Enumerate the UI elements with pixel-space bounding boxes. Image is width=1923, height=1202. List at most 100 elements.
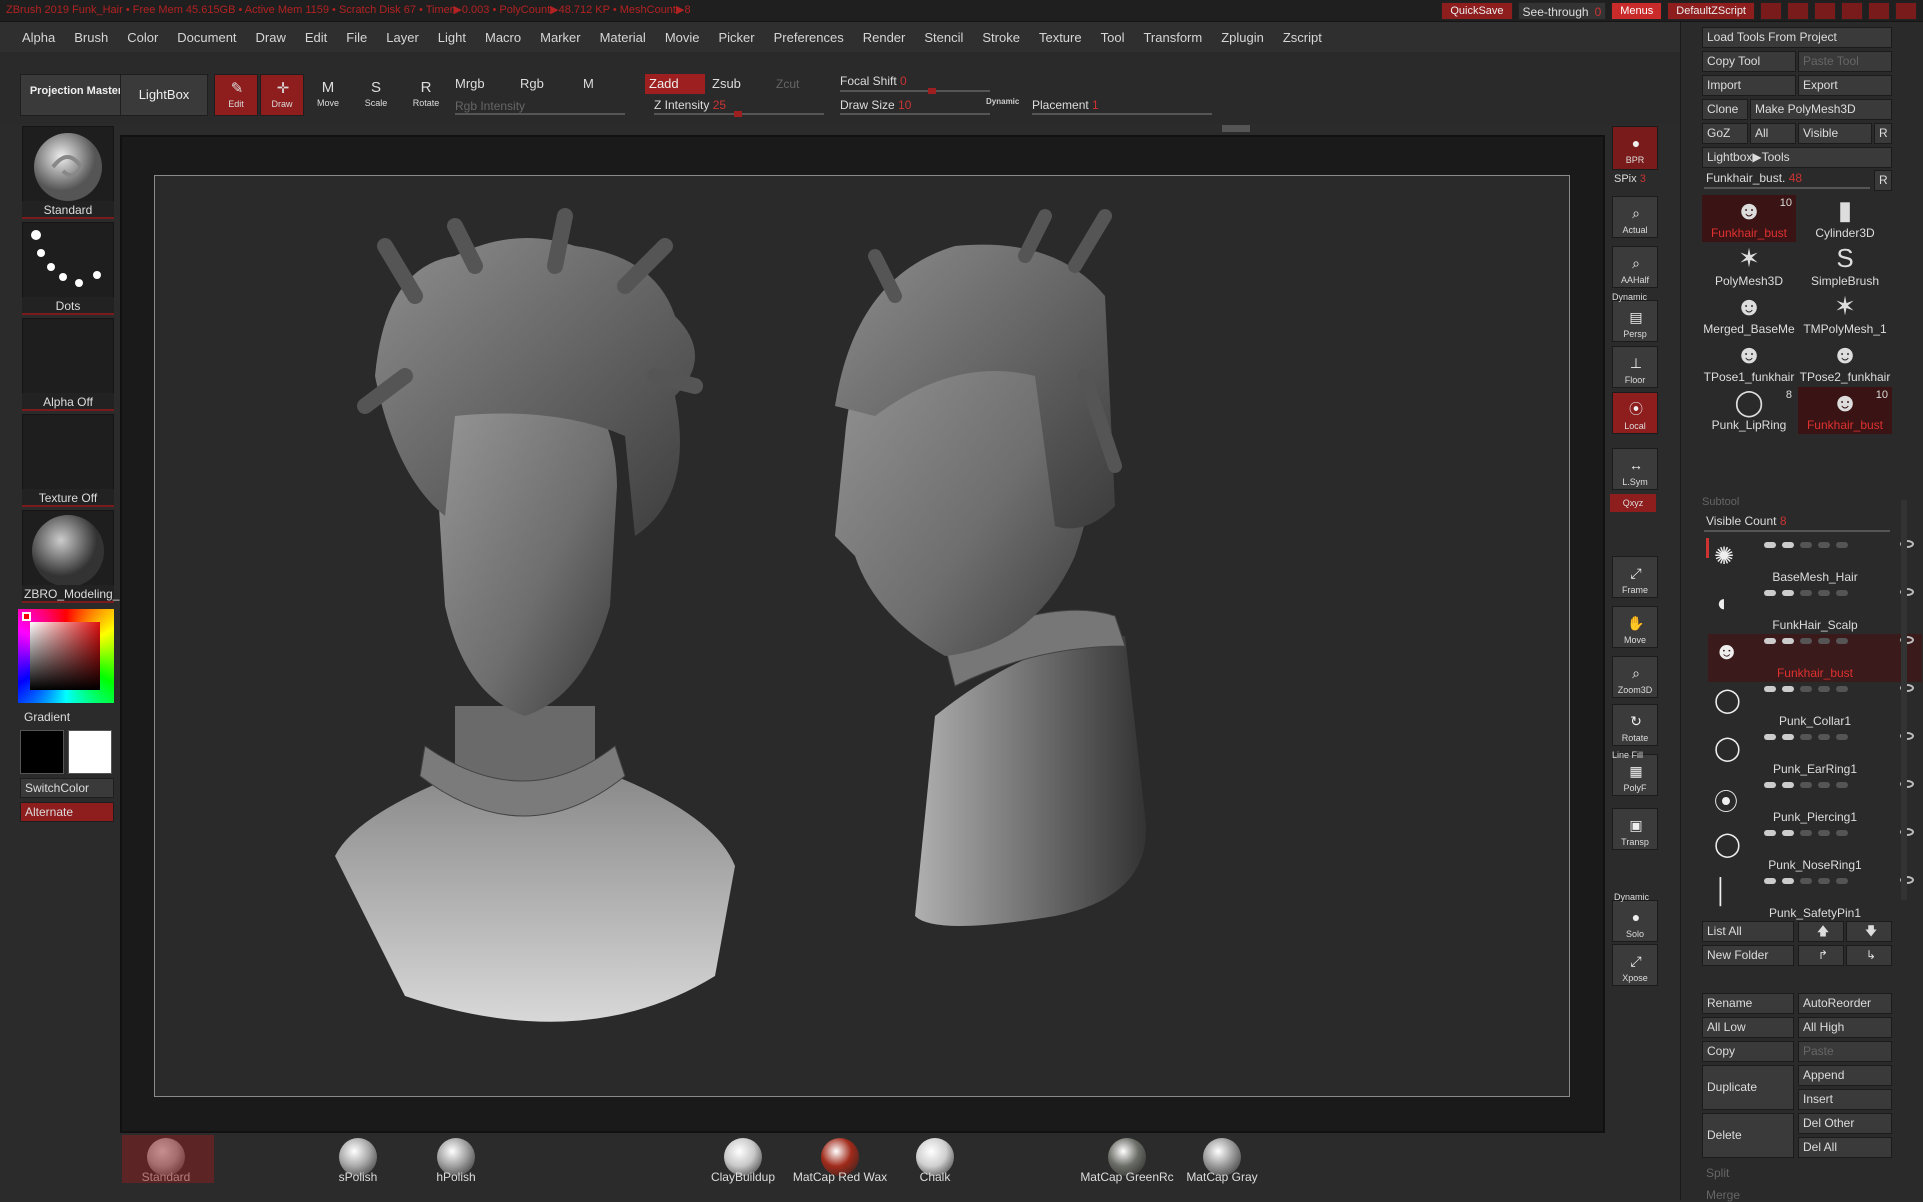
color-picker-square[interactable] xyxy=(30,622,100,690)
rotate-button[interactable]: ↻ Rotate xyxy=(1612,704,1658,746)
material-label[interactable]: ClayBuildup xyxy=(688,1170,798,1184)
tool-thumbnail[interactable]: S SimpleBrush xyxy=(1798,243,1892,290)
menu-alpha[interactable]: Alpha xyxy=(22,30,55,45)
xpose-button[interactable]: ⤢ Xpose xyxy=(1612,944,1658,986)
duplicate-button[interactable]: Duplicate xyxy=(1702,1065,1794,1110)
list-all-button[interactable]: List All xyxy=(1702,921,1794,942)
tool-thumbnail[interactable]: ✶ PolyMesh3D xyxy=(1702,243,1796,290)
rename-button[interactable]: Rename xyxy=(1702,993,1794,1014)
del-other-button[interactable]: Del Other xyxy=(1798,1113,1892,1134)
tool-thumbnail[interactable]: ✶ TMPolyMesh_1 xyxy=(1798,291,1892,338)
alpha-thumbnail[interactable] xyxy=(22,318,114,396)
menu-file[interactable]: File xyxy=(346,30,367,45)
material-label[interactable]: hPolish xyxy=(401,1170,511,1184)
export-button[interactable]: Export xyxy=(1798,75,1892,96)
lightbox-tools-button[interactable]: Lightbox▶Tools xyxy=(1702,147,1892,168)
menu-stencil[interactable]: Stencil xyxy=(924,30,963,45)
material-label[interactable]: sPolish xyxy=(303,1170,413,1184)
secondary-color-swatch[interactable] xyxy=(68,730,112,774)
maximize-icon[interactable] xyxy=(1868,2,1890,20)
goz-all-button[interactable]: All xyxy=(1750,123,1796,144)
subtool-controls[interactable] xyxy=(1764,542,1848,548)
zcut-button[interactable]: Zcut xyxy=(776,77,799,91)
move-down-button[interactable]: 🡇 xyxy=(1846,921,1892,942)
transp-button[interactable]: ▣ Transp xyxy=(1612,808,1658,850)
menu-tool[interactable]: Tool xyxy=(1101,30,1125,45)
solo-button[interactable]: ● Solo xyxy=(1612,900,1658,942)
delete-button[interactable]: Delete xyxy=(1702,1113,1794,1158)
move-mode-button[interactable]: M Move xyxy=(306,74,350,116)
close-icon[interactable] xyxy=(1895,2,1917,20)
aahalf-button[interactable]: ⌕ AAHalf xyxy=(1612,246,1658,288)
see-through-slider[interactable]: See-through 0 xyxy=(1517,2,1607,20)
del-all-button[interactable]: Del All xyxy=(1798,1137,1892,1158)
tool-thumbnail[interactable]: ☻ 10 Funkhair_bust xyxy=(1798,387,1892,434)
draw-mode-button[interactable]: ✛ Draw xyxy=(260,74,304,116)
zoom3d-button[interactable]: ⌕ Zoom3D xyxy=(1612,656,1658,698)
quicksave-button[interactable]: QuickSave xyxy=(1441,2,1513,20)
material-label[interactable]: ZBRO_Modeling_ xyxy=(22,585,119,603)
menu-marker[interactable]: Marker xyxy=(540,30,580,45)
material-label[interactable]: Chalk xyxy=(880,1170,990,1184)
z-intensity-slider[interactable]: Z Intensity 25 xyxy=(654,98,726,112)
rotate-mode-button[interactable]: R Rotate xyxy=(404,74,448,116)
rgb-intensity-slider[interactable]: Rgb Intensity xyxy=(455,99,525,113)
menu-transform[interactable]: Transform xyxy=(1143,30,1202,45)
alternate-button[interactable]: Alternate xyxy=(20,802,114,822)
actual-button[interactable]: ⌕ Actual xyxy=(1612,196,1658,238)
subtool-controls[interactable] xyxy=(1764,830,1848,836)
tool-panel-scrollbar[interactable] xyxy=(1901,500,1907,900)
scale-mode-button[interactable]: S Scale xyxy=(354,74,398,116)
load-tools-button[interactable]: Load Tools From Project xyxy=(1702,27,1892,48)
color-picker-marker[interactable] xyxy=(22,612,31,621)
subtool-row[interactable]: │ Punk_SafetyPin1 xyxy=(1708,874,1922,922)
insert-button[interactable]: Insert xyxy=(1798,1089,1892,1110)
layout-icon[interactable] xyxy=(1787,2,1809,20)
material-label[interactable]: MatCap Red Wax xyxy=(785,1170,895,1184)
new-folder-button[interactable]: New Folder xyxy=(1702,945,1794,966)
menu-movie[interactable]: Movie xyxy=(665,30,700,45)
z-intensity-knob[interactable] xyxy=(734,111,742,117)
rgb-button[interactable]: Rgb xyxy=(520,76,544,91)
auto-reorder-button[interactable]: AutoReorder xyxy=(1798,993,1892,1014)
zsub-button[interactable]: Zsub xyxy=(712,76,741,91)
subtool-controls[interactable] xyxy=(1764,878,1848,884)
menu-texture[interactable]: Texture xyxy=(1039,30,1082,45)
l-sym-button[interactable]: ↔ L.Sym xyxy=(1612,448,1658,490)
goz-visible-button[interactable]: Visible xyxy=(1798,123,1872,144)
copy-subtool-button[interactable]: Copy xyxy=(1702,1041,1794,1062)
tool-thumbnail[interactable]: ☻ Merged_BaseMe xyxy=(1702,291,1796,338)
tool-thumbnail[interactable]: ☻ TPose2_funkhair xyxy=(1798,339,1892,386)
menu-edit[interactable]: Edit xyxy=(305,30,327,45)
zadd-button[interactable]: Zadd xyxy=(645,74,705,94)
all-high-button[interactable]: All High xyxy=(1798,1017,1892,1038)
current-tool-r-button[interactable]: R xyxy=(1874,170,1892,191)
subtool-controls[interactable] xyxy=(1764,734,1848,740)
dynamic-button[interactable]: Dynamic xyxy=(986,97,1019,106)
floor-button[interactable]: ⊥ Floor xyxy=(1612,346,1658,388)
menus-button[interactable]: Menus xyxy=(1611,2,1663,20)
goz-r-button[interactable]: R xyxy=(1874,123,1892,144)
menu-brush[interactable]: Brush xyxy=(74,30,108,45)
spix-slider[interactable]: SPix 3 xyxy=(1614,173,1646,185)
bpr-button[interactable]: ● BPR xyxy=(1612,126,1658,170)
subtool-row[interactable]: ⦿ Punk_Piercing1 xyxy=(1708,778,1922,826)
persp-button[interactable]: ▤ Persp xyxy=(1612,300,1658,342)
make-polymesh-button[interactable]: Make PolyMesh3D xyxy=(1750,99,1892,120)
menu-preferences[interactable]: Preferences xyxy=(774,30,844,45)
menu-layer[interactable]: Layer xyxy=(386,30,419,45)
subtool-controls[interactable] xyxy=(1764,686,1848,692)
subtool-row[interactable]: ◯ Punk_NoseRing1 xyxy=(1708,826,1922,874)
subtool-row[interactable]: ☻ Funkhair_bust xyxy=(1708,634,1922,682)
move-up-button[interactable]: 🡅 xyxy=(1798,921,1844,942)
mrgb-button[interactable]: Mrgb xyxy=(455,76,485,91)
import-button[interactable]: Import xyxy=(1702,75,1796,96)
gradient-label[interactable]: Gradient xyxy=(24,710,70,724)
move-button[interactable]: ✋ Move xyxy=(1612,606,1658,648)
texture-thumbnail[interactable] xyxy=(22,414,114,492)
lightbox-button[interactable]: LightBox xyxy=(120,74,208,116)
switch-color-button[interactable]: SwitchColor xyxy=(20,778,114,798)
goz-button[interactable]: GoZ xyxy=(1702,123,1748,144)
tool-thumbnail[interactable]: ☻ TPose1_funkhair xyxy=(1702,339,1796,386)
material-label[interactable]: MatCap GreenRc xyxy=(1072,1170,1182,1184)
